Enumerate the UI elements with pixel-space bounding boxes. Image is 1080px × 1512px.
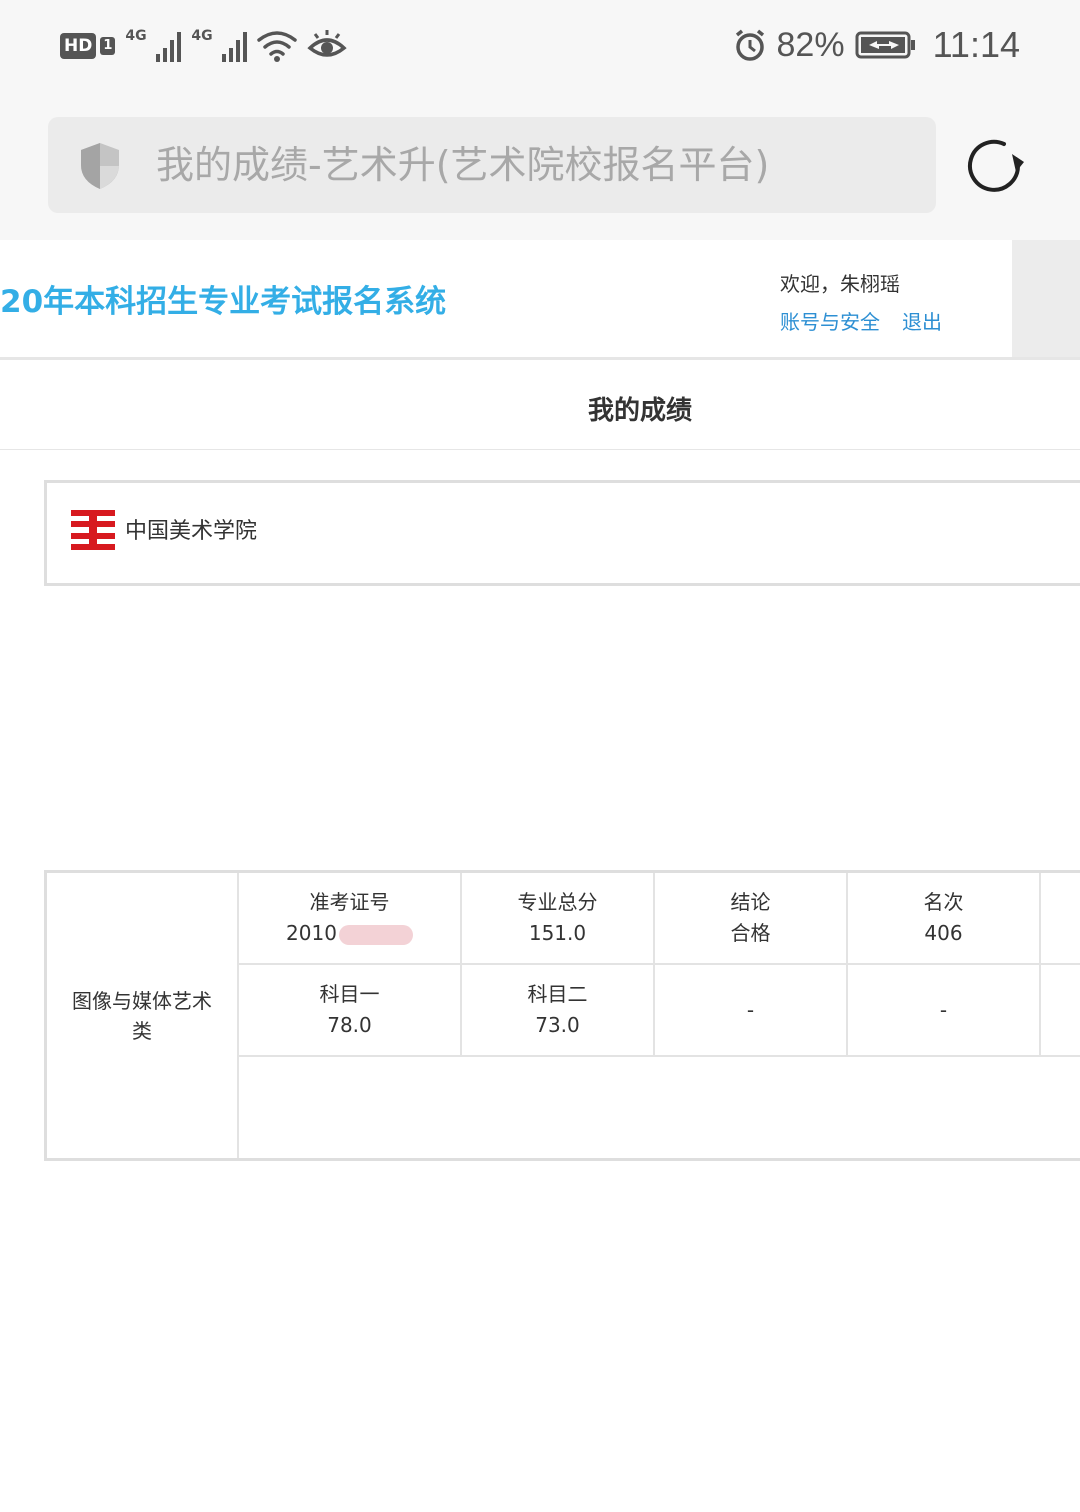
table-cell-conclusion: 结论 合格 xyxy=(655,873,848,965)
section-title-bar: 我的成绩 xyxy=(0,362,1080,450)
site-header: 20年本科招生专业考试报名系统 欢迎，朱栩瑶 账号与安全 退出 xyxy=(0,240,1080,360)
hd-label: HD xyxy=(60,33,97,59)
redacted-mask xyxy=(338,924,413,945)
table-cell-empty-1: - xyxy=(655,965,848,1057)
table-cell-exam-number: 准考证号 2010 xyxy=(239,873,462,965)
address-bar[interactable]: 我的成绩-艺术升(艺术院校报名平台) xyxy=(48,117,936,213)
logout-link[interactable]: 退出 xyxy=(902,310,942,334)
cell-label: 科目一 xyxy=(319,982,380,1006)
welcome-text: 欢迎，朱栩瑶 xyxy=(780,272,900,296)
status-right: 82% 11:14 xyxy=(733,22,1020,68)
cell-label: 名次 xyxy=(923,890,964,914)
sim-label: 1 xyxy=(100,37,116,55)
cell-value: 78.0 xyxy=(327,1013,372,1037)
cell-value: 406 xyxy=(924,921,963,945)
school-logo-icon xyxy=(71,510,115,550)
score-table: 图像与媒体艺术类 准考证号 2010 专业总分 151.0 结论 合格 名次 4… xyxy=(44,870,1080,1161)
major-name: 图像与媒体艺术类 xyxy=(47,873,239,1158)
network-type-2: 4G xyxy=(191,28,213,44)
cell-value: - xyxy=(939,997,948,1022)
cell-label: 准考证号 xyxy=(309,890,390,914)
school-name: 中国美术学院 xyxy=(125,519,258,544)
user-links: 账号与安全 退出 xyxy=(780,306,964,335)
table-cell-empty-2: - xyxy=(848,965,1041,1057)
cell-value: 151.0 xyxy=(528,921,587,945)
school-card: 中国美术学院 xyxy=(44,480,1080,586)
network-type-1: 4G xyxy=(125,28,147,44)
page-title-in-address-bar: 我的成绩-艺术升(艺术院校报名平台) xyxy=(156,143,770,187)
wifi-icon xyxy=(257,31,298,62)
battery-percentage: 82% xyxy=(776,25,845,64)
signal-bars-2 xyxy=(222,32,248,62)
table-cell-subject-1: 科目一 78.0 xyxy=(239,965,462,1057)
reload-icon[interactable] xyxy=(966,136,1026,196)
cell-label: 结论 xyxy=(730,890,771,914)
table-cell-rank: 名次 406 xyxy=(848,873,1041,965)
signal-icon: 4G xyxy=(125,28,182,64)
alarm-icon xyxy=(735,29,764,61)
hd-icon: HD 1 xyxy=(60,33,116,59)
table-cell-total-score: 专业总分 151.0 xyxy=(462,873,655,965)
cell-value: - xyxy=(746,997,755,1022)
cell-label: 科目二 xyxy=(527,982,588,1006)
table-cell-overflow-2 xyxy=(1041,965,1080,1057)
site-title: 20年本科招生专业考试报名系统 xyxy=(0,284,447,320)
cell-value: 73.0 xyxy=(535,1013,580,1037)
signal-icon-2: 4G xyxy=(191,28,248,64)
cell-value: 2010 xyxy=(286,918,413,949)
status-bar: HD 1 4G 4G 82% 11:14 xyxy=(0,0,1080,92)
battery-charging-icon xyxy=(855,31,915,59)
page-title: 我的成绩 xyxy=(587,396,692,426)
shield-icon[interactable] xyxy=(78,141,122,191)
cell-label: 专业总分 xyxy=(517,890,598,914)
header-side-panel xyxy=(1012,240,1080,357)
eye-icon xyxy=(307,30,348,57)
signal-bars xyxy=(156,32,182,62)
table-cell-subject-2: 科目二 73.0 xyxy=(462,965,655,1057)
browser-toolbar: 我的成绩-艺术升(艺术院校报名平台) xyxy=(0,92,1080,240)
clock: 11:14 xyxy=(932,24,1020,65)
cell-value: 合格 xyxy=(730,921,771,945)
account-security-link[interactable]: 账号与安全 xyxy=(780,310,880,334)
table-cell-overflow xyxy=(1041,873,1080,965)
status-left: HD 1 4G 4G xyxy=(60,26,348,66)
